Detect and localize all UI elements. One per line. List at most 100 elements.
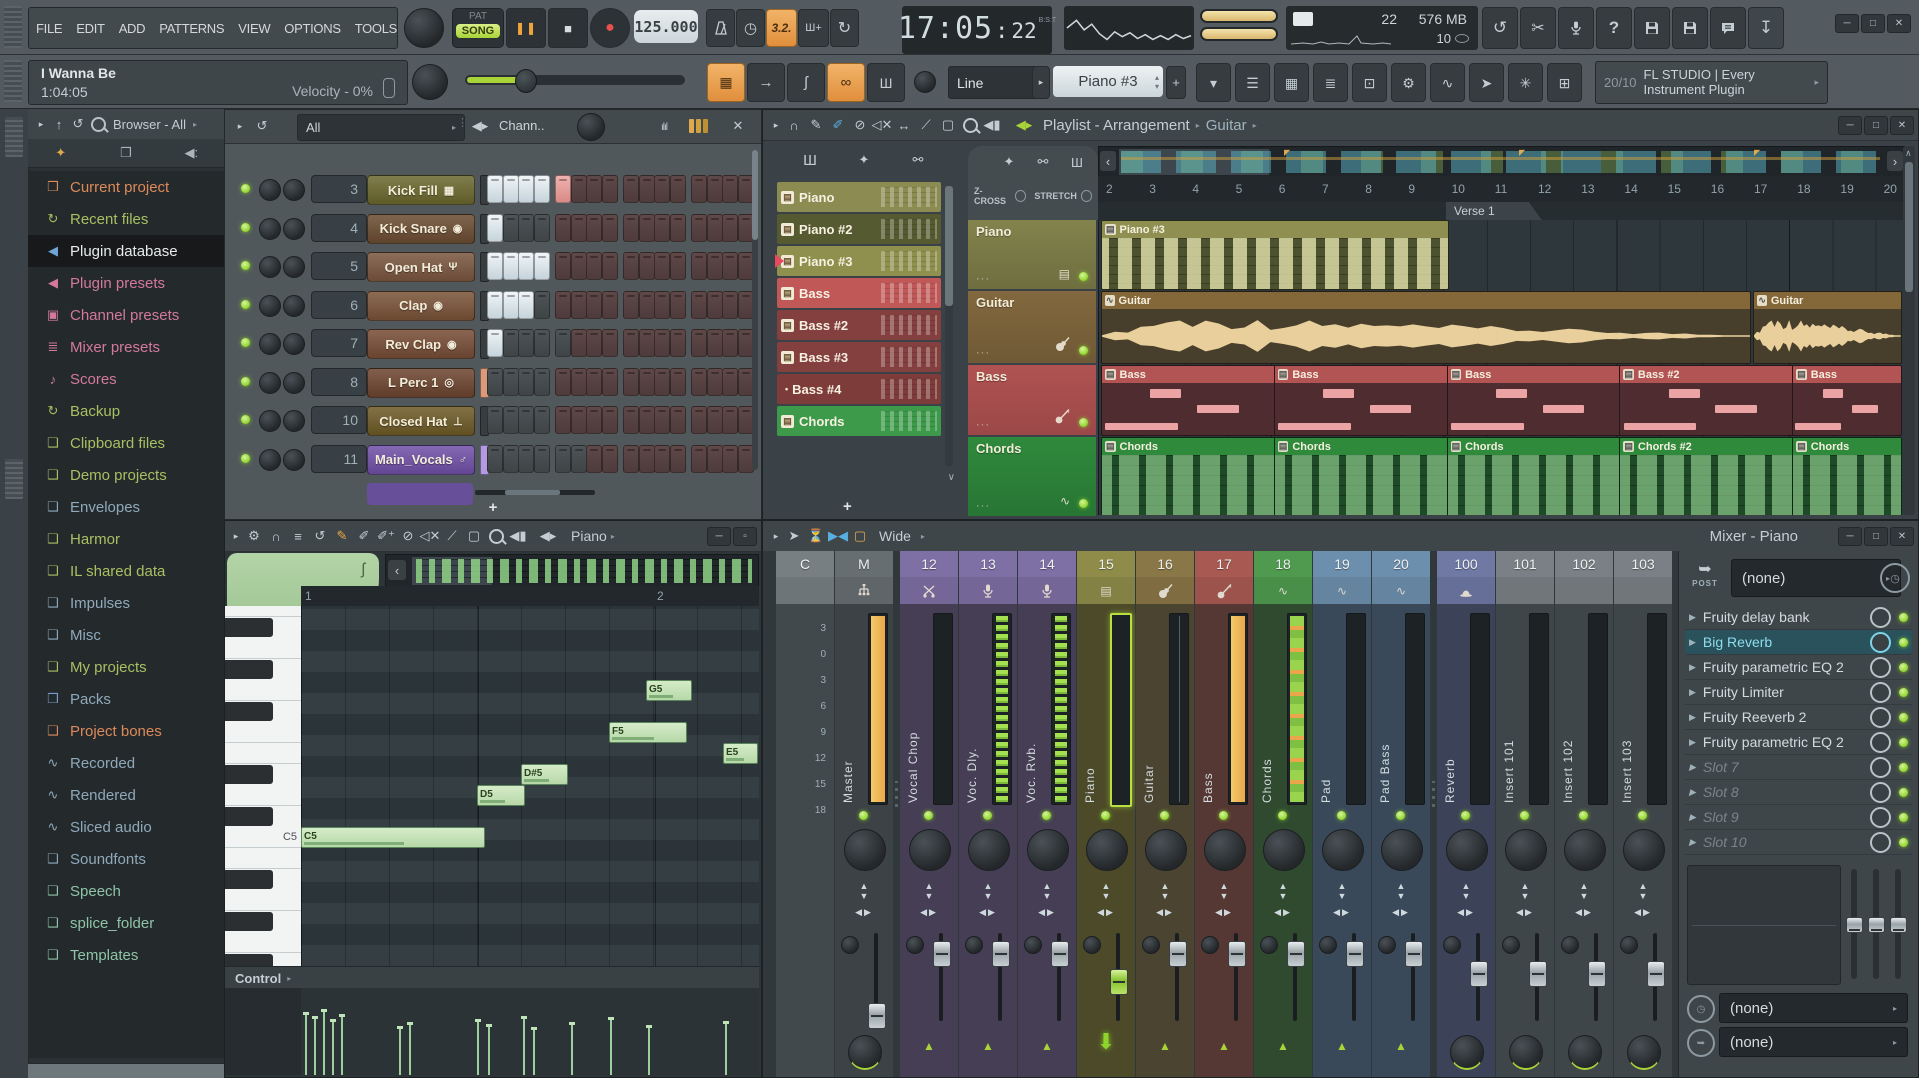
mixer-title[interactable]: Mixer - Piano: [1710, 528, 1798, 545]
channel-enable-led[interactable]: [241, 377, 250, 386]
pencil-tool-icon[interactable]: ✎: [805, 115, 827, 135]
strip-stereo-knob[interactable]: [965, 936, 983, 954]
step-cell[interactable]: [691, 175, 707, 203]
key-a4[interactable]: [225, 890, 301, 911]
strip-stereo-knob[interactable]: [1201, 936, 1219, 954]
hint-next-icon[interactable]: ▸: [1814, 77, 1819, 88]
mixer-strip-vocal-chop[interactable]: 12Vocal Chop▲▼◀▶▲: [900, 551, 958, 1077]
pat-mode[interactable]: PAT: [453, 9, 503, 22]
send-arrow-icon[interactable]: ▲: [1136, 1039, 1194, 1053]
nudge-down-icon[interactable]: ▼: [1254, 891, 1312, 901]
slot-enable-led[interactable]: [1899, 688, 1908, 697]
zoom-tool-icon[interactable]: [959, 115, 981, 135]
track-enable-led[interactable]: [1079, 418, 1088, 427]
slot-mix-knob[interactable]: [1870, 607, 1891, 628]
key-d5[interactable]: [225, 785, 301, 806]
scroll-left-icon[interactable]: ‹: [1100, 151, 1116, 171]
channel-enable-led[interactable]: [241, 261, 250, 270]
step-cell[interactable]: [639, 406, 655, 434]
velocity-stem[interactable]: [305, 1013, 307, 1075]
channel-pan-knob[interactable]: [259, 179, 281, 201]
volume-fader[interactable]: [1594, 933, 1598, 1021]
step-cell[interactable]: [586, 368, 602, 396]
record-button[interactable]: ●: [590, 8, 630, 48]
send-arrow-icon[interactable]: ▲: [1313, 1039, 1371, 1053]
browser-item-impulses[interactable]: ❑Impulses: [28, 587, 224, 619]
clip-bass-2[interactable]: ▤Bass #2: [1619, 365, 1794, 436]
strip-pan-knob[interactable]: [1027, 829, 1069, 871]
step-cell[interactable]: [518, 252, 534, 280]
volume-fader[interactable]: [1116, 933, 1120, 1021]
step-cell[interactable]: [623, 445, 639, 473]
browser-item-templates[interactable]: ❑Templates: [28, 939, 224, 971]
browser-item-harmor[interactable]: ❑Harmor: [28, 523, 224, 555]
channel-volume-knob[interactable]: [283, 372, 305, 394]
strip-mute-led[interactable]: [1278, 811, 1287, 820]
channel-volume-knob[interactable]: [283, 410, 305, 432]
slot-arrow-icon[interactable]: ▶: [1689, 812, 1696, 823]
time-settings-icon[interactable]: ◷: [1880, 563, 1910, 593]
insert-slot-6[interactable]: ▶Fruity parametric EQ 2: [1685, 730, 1912, 755]
remote-control-button[interactable]: ∿: [1430, 63, 1465, 102]
channel-volume-knob[interactable]: [283, 295, 305, 317]
collapse-icon[interactable]: ▸: [229, 526, 243, 546]
strip-mute-led[interactable]: [1396, 811, 1405, 820]
step-cell[interactable]: [639, 445, 655, 473]
mixer-strip-pad[interactable]: 19∿Pad▲▼◀▶▲: [1313, 551, 1371, 1077]
pattern-scroll-down-icon[interactable]: ∨: [948, 472, 955, 483]
step-cell[interactable]: [555, 445, 571, 473]
step-cell[interactable]: [487, 406, 503, 434]
pattern-item-piano-3[interactable]: ▤Piano #3: [777, 246, 941, 276]
step-cell[interactable]: [639, 214, 655, 242]
channel-pan-knob[interactable]: [259, 410, 281, 432]
mixer-strip-bass[interactable]: 17Bass▲▼◀▶▲: [1195, 551, 1253, 1077]
pattern-menu-button[interactable]: ▾: [1196, 63, 1231, 102]
post-fx-toggle[interactable]: ➥ POST: [1685, 559, 1725, 597]
shop-button[interactable]: ⊞: [1547, 63, 1582, 102]
browser-item-channel-presets[interactable]: ▣Channel presets: [28, 299, 224, 331]
piano-roll-minimap[interactable]: ‹: [385, 554, 759, 588]
step-cell[interactable]: [670, 368, 686, 396]
output-selector[interactable]: (none)▸: [1731, 559, 1901, 597]
song-mode[interactable]: SONG: [456, 24, 500, 38]
nudge-up-icon[interactable]: ▲: [1313, 881, 1371, 891]
channel-pan-knob[interactable]: [259, 449, 281, 471]
pan-icons[interactable]: ◀▶: [835, 907, 893, 917]
plugin-picker-button[interactable]: ⚙: [1391, 63, 1426, 102]
playlist-minimap[interactable]: ‹ ◤ ◤ ◤ ›: [1098, 146, 1905, 178]
minimize-button[interactable]: ─: [1835, 14, 1859, 33]
step-cell[interactable]: [518, 214, 534, 242]
help-button[interactable]: ?: [1596, 7, 1632, 49]
nudge-up-icon[interactable]: ▲: [835, 881, 893, 891]
strip-stereo-knob[interactable]: [1561, 936, 1579, 954]
tab-audio[interactable]: ✦: [853, 150, 875, 170]
step-cell[interactable]: [623, 252, 639, 280]
volume-fader[interactable]: [874, 933, 878, 1021]
black-key[interactable]: [225, 765, 273, 784]
magnet-icon[interactable]: ∩: [265, 526, 287, 546]
send-slot-1[interactable]: (none)▸: [1719, 993, 1908, 1023]
nudge-down-icon[interactable]: ▼: [1136, 891, 1194, 901]
channel-button-l-perc-1[interactable]: L Perc 1◎: [367, 368, 475, 398]
strip-pan-knob[interactable]: [1446, 829, 1488, 871]
strip-pan-knob[interactable]: [844, 829, 886, 871]
pan-icons[interactable]: ◀▶: [1437, 907, 1495, 917]
close-icon[interactable]: ✕: [727, 116, 749, 136]
playback-tool-icon[interactable]: ◀▮: [981, 115, 1003, 135]
fader-handle[interactable]: [1405, 941, 1423, 967]
route-target-icon[interactable]: ⬇: [1077, 1029, 1135, 1055]
rack-h-scrollbar[interactable]: [475, 490, 595, 495]
channel-pan-knob[interactable]: [259, 218, 281, 240]
slot-mix-knob[interactable]: [1870, 757, 1891, 778]
channel-button-closed-hat[interactable]: Closed Hat⊥: [367, 406, 475, 436]
step-cell[interactable]: [571, 445, 587, 473]
slot-arrow-icon[interactable]: ▶: [1689, 662, 1696, 673]
clip-chords[interactable]: ▤Chords: [1792, 437, 1902, 515]
nudge-up-icon[interactable]: ▲: [1614, 881, 1672, 891]
slot-enable-led[interactable]: [1899, 713, 1908, 722]
track-enable-led[interactable]: [1079, 346, 1088, 355]
browser-item-recent-files[interactable]: ↻Recent files: [28, 203, 224, 235]
piano-keyboard[interactable]: C5: [225, 606, 302, 966]
pan-icons[interactable]: ◀▶: [1077, 907, 1135, 917]
strip-pan-knob[interactable]: [968, 829, 1010, 871]
